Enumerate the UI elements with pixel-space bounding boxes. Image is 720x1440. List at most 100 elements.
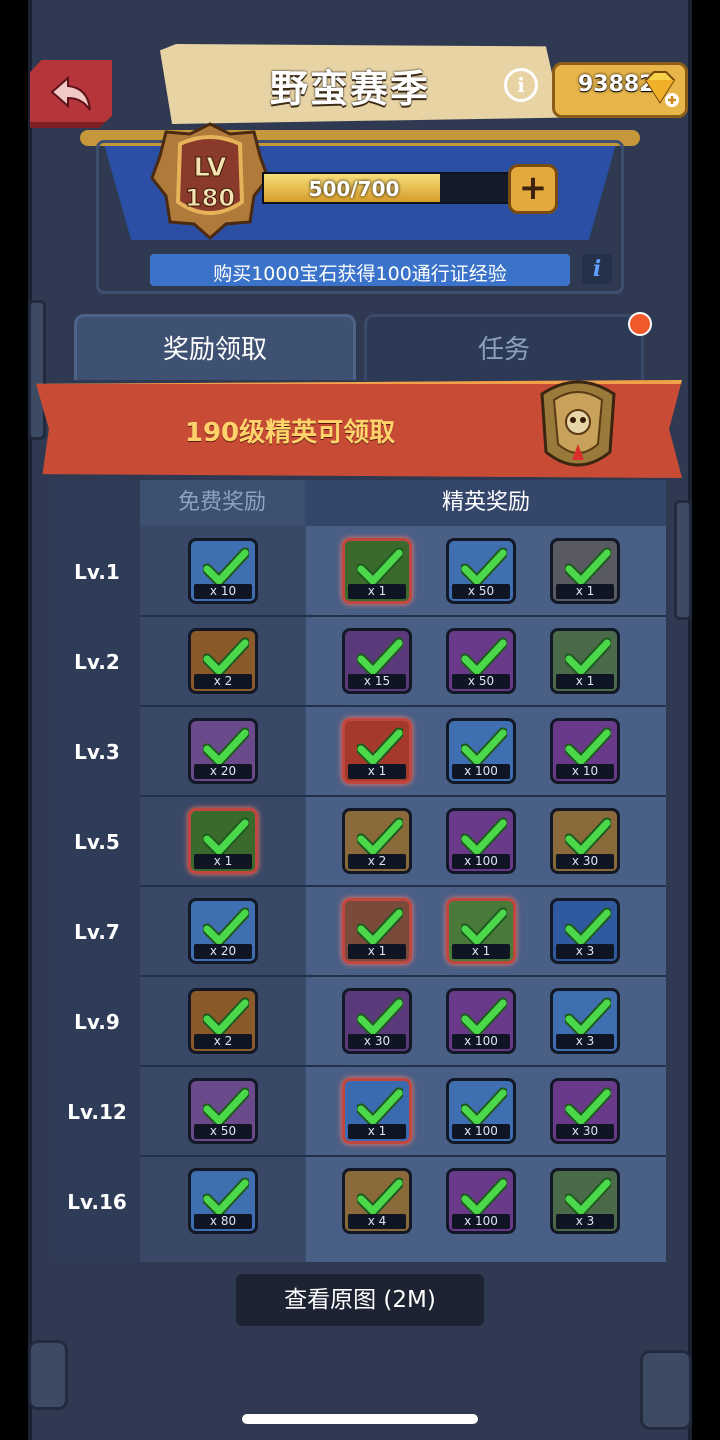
reward-cell[interactable]: x 50 [188,1078,258,1144]
reward-cell[interactable]: x 4 [342,1168,412,1234]
promo-info-button[interactable]: i [582,254,612,284]
reward-cell[interactable]: x 15 [342,628,412,694]
reward-count: x 1 [348,1124,406,1139]
back-button[interactable] [30,60,112,128]
reward-cell[interactable]: x 50 [446,538,516,604]
claimed-check-icon [461,1087,507,1127]
claimed-check-icon [565,637,611,677]
reward-cell[interactable]: x 1 [342,718,412,784]
reward-count: x 1 [348,584,406,599]
level-label: Lv.7 [74,920,120,944]
reward-count: x 20 [194,944,252,959]
elite-banner-text: 190级精英可领取 [184,418,396,448]
reward-cell[interactable]: x 3 [550,1168,620,1234]
reward-count: x 100 [452,854,510,869]
claimed-check-icon [203,547,249,587]
claimed-check-icon [357,547,403,587]
reward-cell[interactable]: x 1 [550,628,620,694]
level-badge-number: 180 [185,184,235,212]
reward-cell[interactable]: x 1 [550,538,620,604]
reward-cell[interactable]: x 1 [342,538,412,604]
tab-tasks[interactable]: 任务 [364,314,644,380]
reward-count: x 3 [556,1034,614,1049]
elite-chest-icon[interactable] [532,374,624,474]
claimed-check-icon [357,1177,403,1217]
reward-cell[interactable]: x 1 [342,1078,412,1144]
reward-count: x 10 [556,764,614,779]
row-divider [140,705,666,707]
reward-cell[interactable]: x 100 [446,988,516,1054]
reward-cell[interactable]: x 30 [342,988,412,1054]
row-divider [140,975,666,977]
claimed-check-icon [203,1177,249,1217]
reward-count: x 100 [452,764,510,779]
reward-cell[interactable]: x 3 [550,898,620,964]
claimed-check-icon [461,817,507,857]
level-label: Lv.3 [74,740,120,764]
reward-cell[interactable]: x 100 [446,718,516,784]
reward-count: x 1 [194,854,252,869]
view-original-button[interactable]: 查看原图 (2M) [236,1274,484,1326]
reward-cell[interactable]: x 2 [188,988,258,1054]
reward-count: x 2 [194,1034,252,1049]
back-arrow-icon [50,76,91,111]
claimed-check-icon [357,1087,403,1127]
reward-count: x 1 [556,584,614,599]
rock-decoration [640,1350,692,1430]
page-title: 野蛮赛季 [269,67,430,111]
reward-cell[interactable]: x 30 [550,1078,620,1144]
claimed-check-icon [461,547,507,587]
level-label: Lv.16 [67,1190,127,1214]
claimed-check-icon [565,1177,611,1217]
claimed-check-icon [203,907,249,947]
reward-cell[interactable]: x 10 [550,718,620,784]
reward-count: x 30 [348,1034,406,1049]
rock-decoration [28,1340,68,1410]
reward-count: x 100 [452,1034,510,1049]
reward-count: x 1 [452,944,510,959]
claimed-check-icon [565,997,611,1037]
row-divider [140,1155,666,1157]
info-icon[interactable]: i [504,68,538,102]
reward-cell[interactable]: x 2 [342,808,412,874]
reward-count: x 20 [194,764,252,779]
buy-level-button[interactable]: + [508,164,558,214]
reward-cell[interactable]: x 30 [550,808,620,874]
claimed-check-icon [203,997,249,1037]
reward-cell[interactable]: x 1 [446,898,516,964]
reward-cell[interactable]: x 1 [188,808,258,874]
reward-cell[interactable]: x 3 [550,988,620,1054]
home-indicator[interactable] [242,1414,478,1424]
reward-cell[interactable]: x 100 [446,808,516,874]
level-column [54,480,140,1262]
claimed-check-icon [565,727,611,767]
claimed-check-icon [461,997,507,1037]
reward-cell[interactable]: x 20 [188,718,258,784]
reward-count: x 30 [556,1124,614,1139]
level-badge-prefix: LV [193,153,226,183]
claimed-check-icon [461,1177,507,1217]
row-divider [140,795,666,797]
xp-text: 500/700 [308,177,400,201]
gem-icon [644,71,679,107]
level-label: Lv.2 [74,650,120,674]
rock-decoration [28,300,46,440]
notification-dot [628,312,652,336]
reward-cell[interactable]: x 10 [188,538,258,604]
rock-decoration [674,500,692,620]
free-rewards-header: 免费奖励 [140,480,304,526]
reward-cell[interactable]: x 80 [188,1168,258,1234]
claimed-check-icon [565,547,611,587]
elite-rewards-header: 精英奖励 [306,480,666,526]
reward-cell[interactable]: x 50 [446,628,516,694]
reward-cell[interactable]: x 20 [188,898,258,964]
claimed-check-icon [357,727,403,767]
reward-cell[interactable]: x 2 [188,628,258,694]
level-label: Lv.12 [67,1100,127,1124]
reward-cell[interactable]: x 1 [342,898,412,964]
tab-rewards[interactable]: 奖励领取 [74,314,356,380]
reward-cell[interactable]: x 100 [446,1168,516,1234]
row-divider [140,1065,666,1067]
reward-cell[interactable]: x 100 [446,1078,516,1144]
reward-count: x 80 [194,1214,252,1229]
